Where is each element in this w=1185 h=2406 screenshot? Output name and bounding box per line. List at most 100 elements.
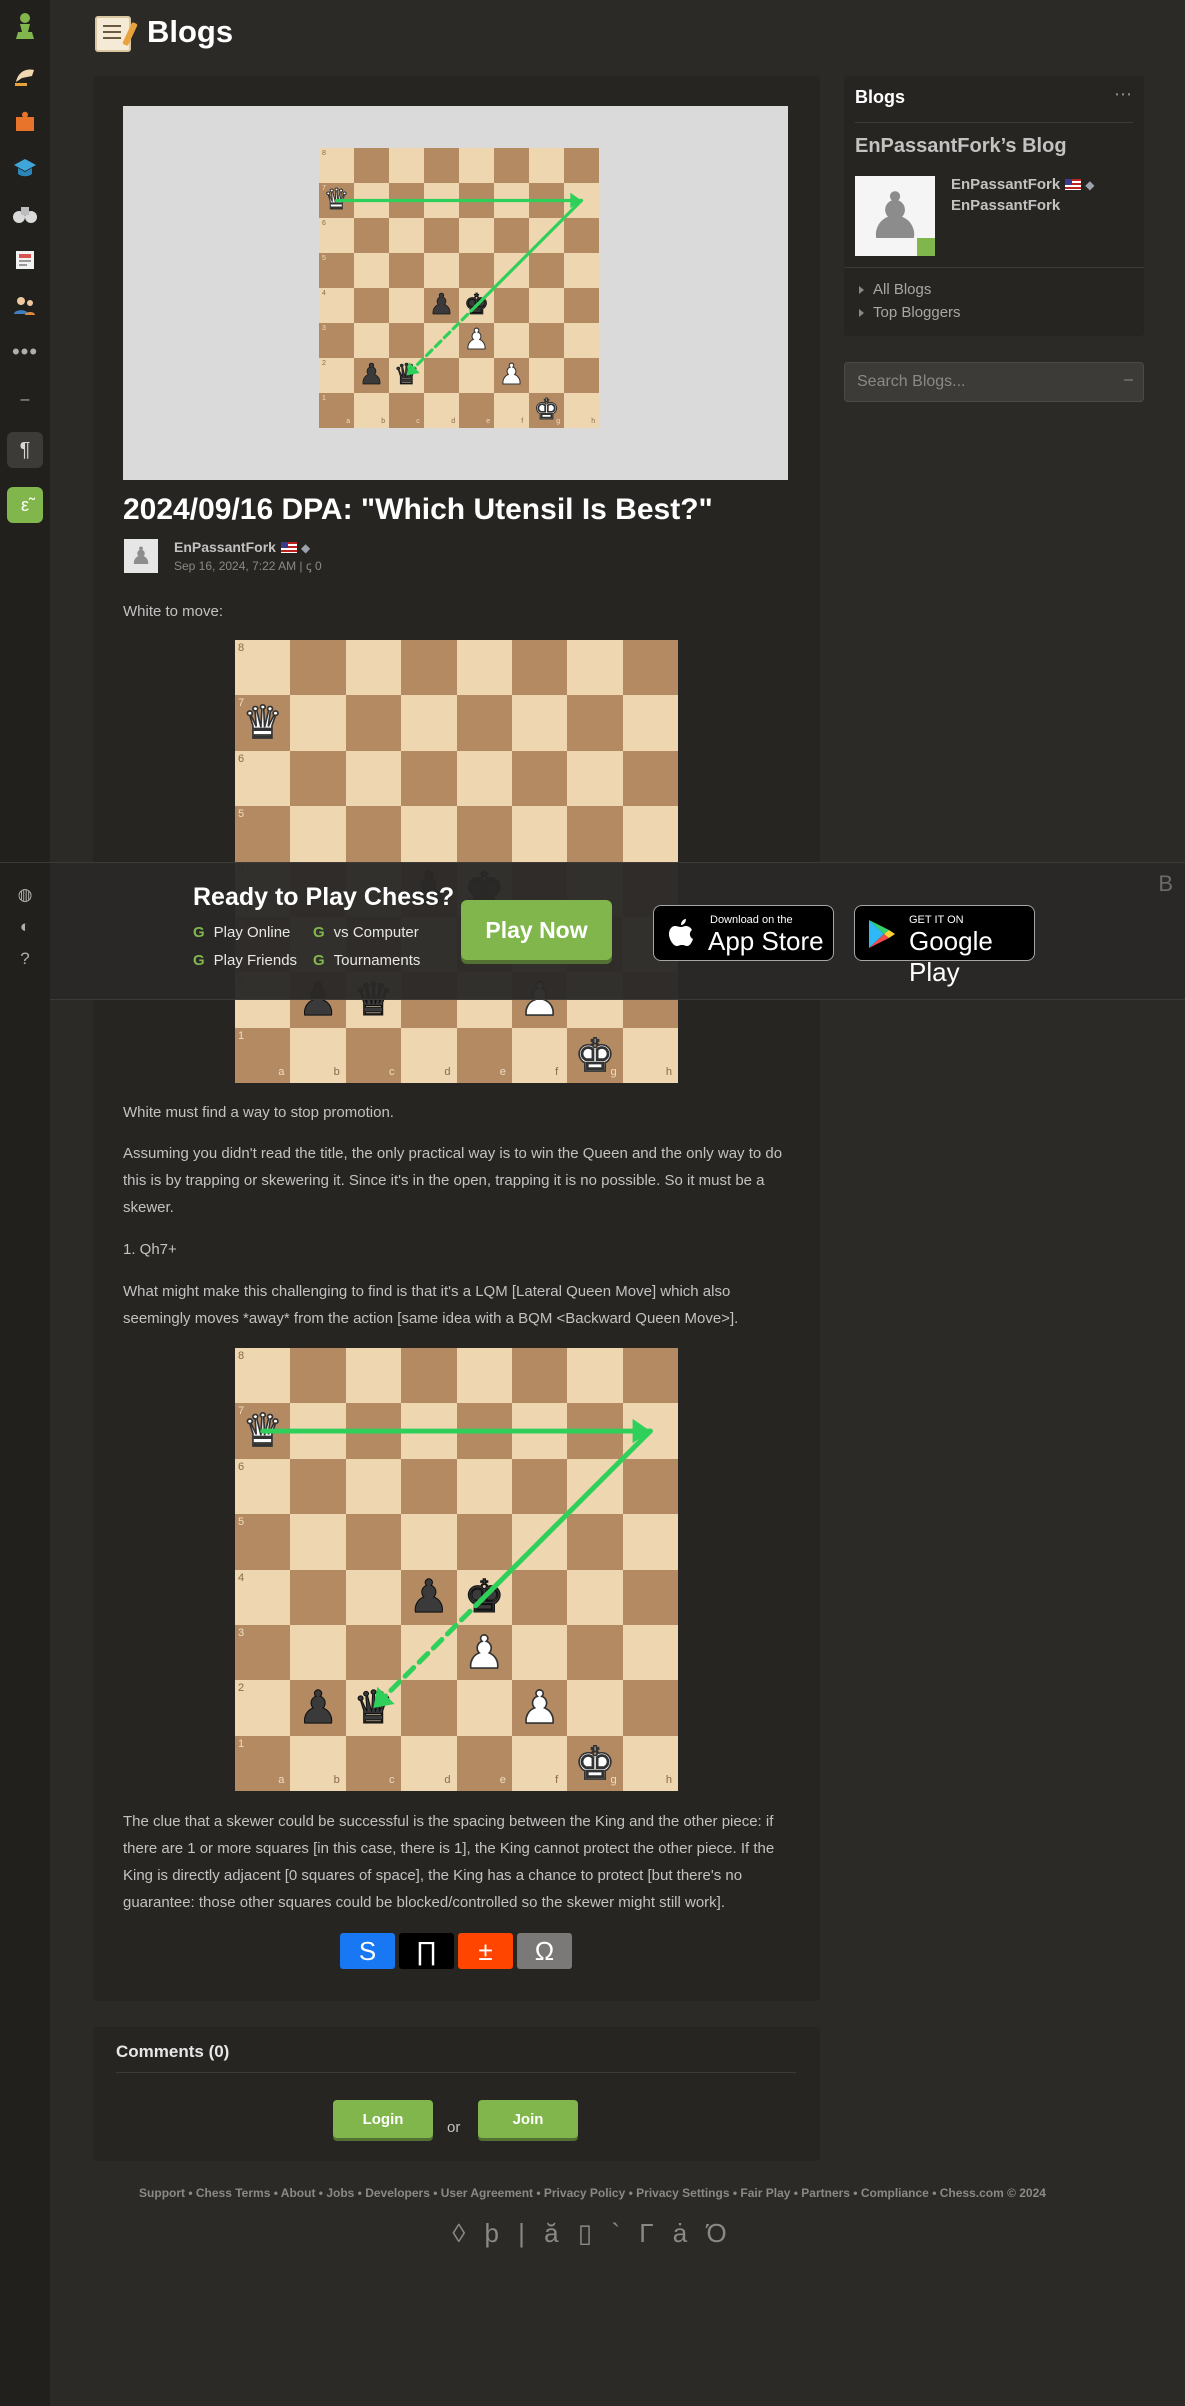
author-line: EnPassantFork ◆ [174, 539, 310, 555]
paragraph-intro: White to move: [123, 603, 224, 620]
board-square [345, 695, 402, 751]
share-reddit-button[interactable]: ± [458, 1933, 513, 1969]
board-square [456, 806, 512, 862]
file-label: f [555, 1066, 559, 1079]
puzzles-icon[interactable] [7, 104, 43, 140]
board-square [456, 640, 512, 696]
arrow-line [481, 1428, 653, 1600]
move-arrows [334, 192, 584, 378]
board-square [456, 750, 512, 807]
post-date: Sep 16, 2024, 7:22 AM | [174, 559, 303, 573]
post-meta: Sep 16, 2024, 7:22 AM | ꞔ 0 [174, 557, 322, 574]
board-square [401, 695, 457, 751]
google-play-small: GET IT ON [909, 914, 964, 926]
board-square [345, 640, 402, 696]
file-label: a [278, 1066, 285, 1079]
board-square [345, 806, 402, 862]
blogger-name[interactable]: EnPassantFork [951, 176, 1060, 193]
paragraph-icon[interactable]: ¶ [7, 432, 43, 468]
social-people-icon[interactable] [7, 288, 43, 324]
google-play-button[interactable]: GET IT ON Google Play [854, 905, 1035, 987]
page-title: Blogs [147, 14, 234, 49]
paragraph-lqm: What might make this challenging to find… [123, 1283, 739, 1327]
help-icon[interactable]: ? [15, 949, 35, 969]
board-square [622, 750, 678, 807]
check-icon: G [193, 952, 205, 969]
blog-notepad-icon [95, 16, 131, 52]
footer-links[interactable]: Support • Chess Terms • About • Jobs • D… [0, 2186, 1185, 2200]
file-label: h [665, 1066, 672, 1079]
share-copy-button[interactable]: Ω [517, 1933, 572, 1969]
play-now-button[interactable]: Play Now [461, 900, 612, 960]
search-button-icon[interactable]: – [1124, 371, 1133, 389]
share-facebook-button[interactable]: S [340, 1933, 395, 1969]
file-label: b [333, 1066, 340, 1079]
blog-title[interactable]: EnPassantFork’s Blog [855, 135, 1067, 158]
board-square [511, 806, 568, 862]
banner-item-play-friends: G Play Friends [193, 952, 297, 969]
ready-to-play-banner: ◍ ◐ ? Ready to Play Chess? G Play Online … [0, 862, 1185, 1001]
banner-close-icon[interactable]: B [1158, 871, 1173, 897]
file-label: c [388, 1066, 395, 1079]
footer-social-icons[interactable]: ◊ þ | ă ▯ ` Γ ȧ Ό [0, 2218, 1185, 2249]
board-square [511, 640, 568, 696]
left-nav-sidebar: ••• – ¶ ε̃ [0, 0, 50, 2406]
diagram-chessboard-solution: 8 7 6 5 4 3 2 1 a b c d e f g h ♛ ♟ ♚ ♟ ♟ ♛ ♟ ♚ [235, 1348, 678, 1791]
check-icon: G [313, 952, 325, 969]
join-button[interactable]: Join [478, 2100, 578, 2138]
blogger-name-line: EnPassantFork ◆ [951, 176, 1094, 193]
rank-label: 8 [238, 642, 245, 654]
search-blogs-box: – [844, 362, 1144, 402]
chess-pawn-logo-icon[interactable] [7, 8, 43, 44]
chess-piece-white: ♛ [241, 697, 284, 749]
paragraph-promotion: White must find a way to stop promotion. [123, 1104, 394, 1121]
board-square [511, 750, 568, 807]
share-x-button[interactable]: ∏ [399, 1933, 454, 1969]
watch-binoculars-icon[interactable] [7, 196, 43, 232]
collapse-icon[interactable]: – [7, 382, 43, 418]
upgrade-icon[interactable]: ε̃ [7, 487, 43, 523]
rank-label: 5 [238, 808, 245, 821]
all-blogs-link[interactable]: All Blogs [858, 281, 931, 298]
author-name[interactable]: EnPassantFork [174, 539, 276, 555]
or-text: or [447, 2119, 461, 2136]
login-button[interactable]: Login [333, 2100, 433, 2138]
arrow-line [370, 1594, 487, 1711]
board-square [290, 750, 346, 807]
board-square [567, 750, 623, 807]
us-flag-icon [1065, 179, 1082, 190]
check-icon: G [313, 924, 325, 941]
blogger-avatar[interactable]: ♟ [855, 176, 935, 256]
divider [844, 267, 1144, 268]
more-options-icon[interactable]: ⋯ [1114, 84, 1132, 105]
top-bloggers-link[interactable]: Top Bloggers [859, 304, 961, 321]
divider [855, 122, 1133, 123]
play-hand-icon[interactable] [7, 58, 43, 94]
comments-title: Comments (0) [116, 2042, 230, 2061]
banner-item-label: Play Online [213, 924, 291, 941]
theme-contrast-icon[interactable]: ◐ [15, 917, 35, 937]
app-store-button[interactable]: Download on the App Store [653, 905, 834, 961]
learn-cap-icon[interactable] [7, 150, 43, 186]
search-blogs-input[interactable] [845, 363, 1105, 401]
post-thumbnail: 8 7 6 5 4 3 2 1 a b c d e f g h ♛ ♟ ♚ ♟ ♟ ♛ ♟ ♚ [123, 106, 788, 480]
more-dots-icon[interactable]: ••• [7, 334, 43, 370]
arrow-line [404, 303, 479, 378]
blogger-username[interactable]: EnPassantFork [951, 197, 1060, 214]
share-buttons: S ∏ ± Ω [340, 1933, 572, 1969]
banner-item-label: Tournaments [333, 952, 421, 969]
file-label: d [444, 1066, 451, 1079]
news-icon[interactable] [7, 242, 43, 278]
board-square [567, 695, 623, 751]
author-avatar[interactable]: ♟ [124, 539, 158, 573]
board-square [456, 695, 512, 751]
board-square [567, 640, 623, 696]
board-square [511, 1027, 568, 1083]
globe-language-icon[interactable]: ◍ [15, 885, 35, 905]
check-icon: G [193, 924, 205, 941]
board-square [567, 806, 623, 862]
blogs-card-title[interactable]: Blogs [855, 87, 905, 108]
hero-chessboard: 8 7 6 5 4 3 2 1 a b c d e f g h ♛ ♟ ♚ ♟ ♟ ♛ ♟ ♚ [319, 148, 599, 428]
board-square [622, 640, 678, 696]
board-square [401, 806, 457, 862]
